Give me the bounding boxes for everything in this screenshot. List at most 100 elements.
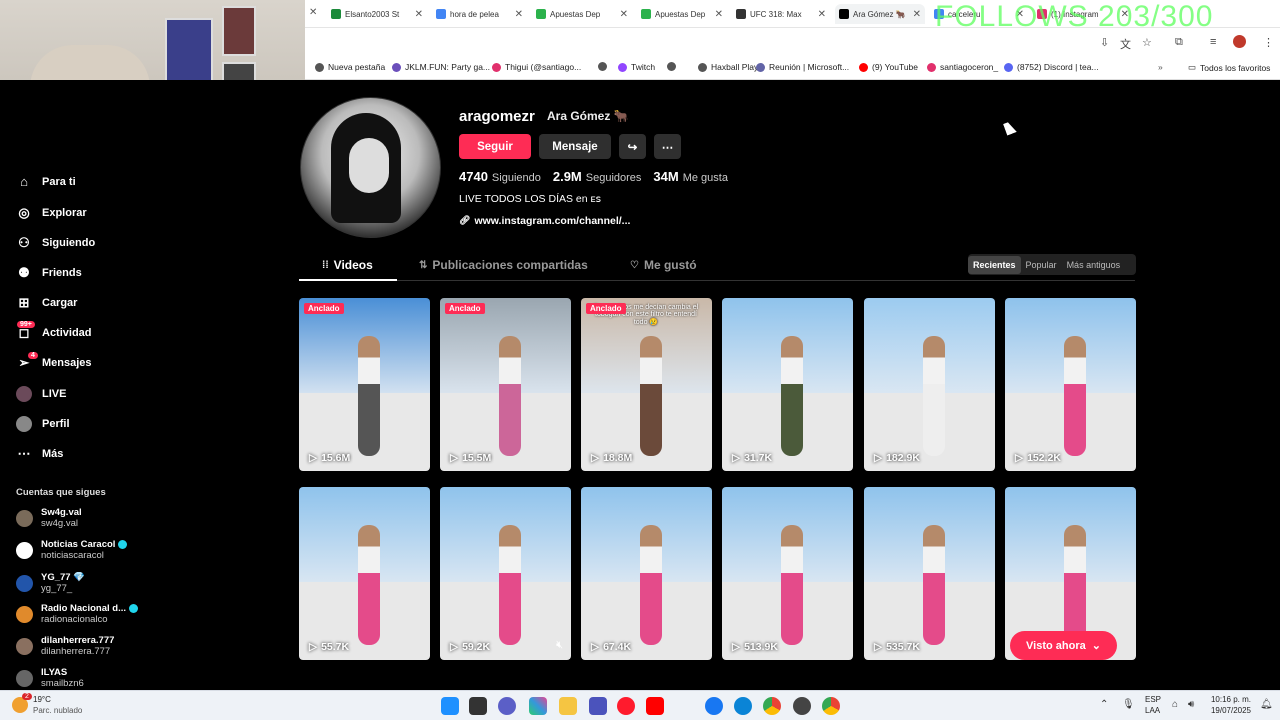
copilot-icon[interactable] bbox=[529, 697, 547, 715]
browser-tab[interactable]: Apuestas Dep ✕ bbox=[637, 4, 727, 24]
visto-ahora-button[interactable]: Visto ahora ⌄ bbox=[1010, 631, 1117, 660]
bookmark-item[interactable]: (9) YouTube bbox=[859, 62, 918, 72]
star-icon[interactable]: ☆ bbox=[1142, 36, 1152, 49]
browser-tab[interactable]: Ara Gómez 🐂 ✕ bbox=[835, 4, 925, 24]
browser-tab[interactable]: Elsanto2003 St ✕ bbox=[327, 4, 427, 24]
bookmark-item[interactable]: Thigui (@santiago... bbox=[492, 62, 581, 72]
sort-option[interactable]: Popular bbox=[1021, 256, 1062, 274]
sidebar-item-siguiendo[interactable]: ⚇ Siguiendo bbox=[16, 235, 95, 251]
clock-time[interactable]: 10:16 p. m. bbox=[1207, 695, 1251, 704]
followed-account[interactable]: Radio Nacional d... radionacionalco bbox=[16, 603, 138, 625]
video-card[interactable]: ▷ 513.9K bbox=[722, 487, 853, 660]
bookmark-item[interactable]: Nueva pestaña bbox=[315, 62, 385, 72]
bookmark-item[interactable]: Twitch bbox=[618, 62, 655, 72]
video-card[interactable]: Anclado ▷ 15.6M bbox=[299, 298, 430, 471]
sidebar-item-cargar[interactable]: ⊞ Cargar bbox=[16, 295, 78, 311]
close-icon[interactable]: ✕ bbox=[620, 9, 628, 20]
bookmark-item[interactable]: santiagoceron_ bbox=[927, 62, 998, 72]
video-card[interactable]: ▷ 55.7K bbox=[299, 487, 430, 660]
youtube-icon[interactable] bbox=[646, 697, 664, 715]
browser-tab[interactable]: Apuestas Dep ✕ bbox=[532, 4, 632, 24]
video-card[interactable]: ▷ 31.7K bbox=[722, 298, 853, 471]
profile-avatar-icon[interactable] bbox=[1233, 35, 1246, 48]
bookmark-item[interactable] bbox=[667, 62, 680, 71]
followed-account[interactable]: YG_77 💎 yg_77_ bbox=[16, 572, 85, 594]
sort-option[interactable]: Más antiguos bbox=[1062, 256, 1126, 274]
bookmark-item[interactable] bbox=[598, 62, 611, 71]
teams-icon[interactable] bbox=[589, 697, 607, 715]
message-button[interactable]: Mensaje bbox=[539, 134, 611, 159]
sort-option[interactable]: Recientes bbox=[968, 255, 1021, 274]
mute-icon[interactable]: 🔇︎ bbox=[556, 639, 563, 652]
bookmark-favicon-icon bbox=[927, 62, 936, 72]
close-icon[interactable]: ✕ bbox=[913, 9, 921, 20]
sidebar-item-perfil[interactable]: ● Perfil bbox=[16, 416, 70, 432]
sidebar-item-para-ti[interactable]: ⌂ Para ti bbox=[16, 174, 76, 189]
video-card[interactable]: ▷ 535.7K bbox=[864, 487, 995, 660]
follow-button[interactable]: Seguir bbox=[459, 134, 531, 159]
video-card[interactable]: ▷ 67.4K bbox=[581, 487, 712, 660]
sidebar-item-explorar[interactable]: ◎ Explorar bbox=[16, 205, 86, 221]
windows-start-icon[interactable] bbox=[441, 697, 459, 715]
followed-account[interactable]: dilanherrera.777 dilanherrera.777 bbox=[16, 635, 114, 657]
clock-date[interactable]: 19/07/2025 bbox=[1207, 706, 1251, 715]
more-options-button[interactable]: ⋯ bbox=[654, 134, 681, 159]
install-icon[interactable]: ⇩ bbox=[1100, 36, 1109, 49]
tab-videos[interactable]: ⁞⁞ Videos bbox=[322, 258, 373, 272]
bookmark-item[interactable]: JKLM.FUN: Party ga... bbox=[392, 62, 490, 72]
close-icon[interactable]: ✕ bbox=[818, 9, 826, 20]
profile-avatar[interactable] bbox=[300, 97, 441, 238]
video-card[interactable]: Tus equipos me decían cambia el tobogán … bbox=[581, 298, 712, 471]
microphone-icon[interactable]: 🎙︎ bbox=[1122, 699, 1135, 710]
sidebar-item-mensajes[interactable]: ➢ Mensajes bbox=[16, 355, 92, 371]
video-card[interactable]: ▷ 152.2K bbox=[1005, 298, 1136, 471]
followed-account[interactable]: Noticias Caracol noticiascaracol bbox=[16, 539, 128, 561]
sidebar-item-label: Perfil bbox=[42, 418, 70, 430]
share-button[interactable]: ↪ bbox=[619, 134, 646, 159]
bookmark-favicon-icon bbox=[392, 62, 401, 72]
network-icon[interactable]: ⌂ bbox=[1172, 699, 1178, 710]
browser-tab[interactable]: UFC 318: Max ✕ bbox=[732, 4, 830, 24]
extensions-icon[interactable]: ⧉ bbox=[1175, 36, 1183, 49]
close-icon[interactable]: ✕ bbox=[415, 9, 423, 20]
bookmark-item[interactable]: Haxball Play bbox=[698, 62, 758, 72]
tab-me-gustó[interactable]: ♡ Me gustó bbox=[630, 258, 697, 272]
bookmark-item[interactable]: Reunión | Microsoft... bbox=[756, 62, 849, 72]
chevron-up-icon[interactable]: ⌃ bbox=[1100, 699, 1108, 710]
chrome-icon[interactable] bbox=[763, 697, 781, 715]
video-card[interactable]: ▷ 59.2K 🔇︎ bbox=[440, 487, 571, 660]
opera-icon[interactable] bbox=[617, 697, 635, 715]
app-icon[interactable] bbox=[793, 697, 811, 715]
translate-icon[interactable]: 文 bbox=[1120, 36, 1131, 52]
language-bottom[interactable]: LAA bbox=[1145, 706, 1160, 715]
edge-icon[interactable] bbox=[734, 697, 752, 715]
profile-link[interactable]: 🔗︎ www.instagram.com/channel/... bbox=[459, 215, 630, 227]
chevron-right-icon[interactable]: » bbox=[1158, 62, 1163, 72]
browser-tab[interactable]: hora de pelea ✕ bbox=[432, 4, 527, 24]
close-icon[interactable]: ✕ bbox=[309, 7, 317, 18]
volume-icon[interactable]: 🔊︎ bbox=[1188, 699, 1194, 710]
close-icon[interactable]: ✕ bbox=[715, 9, 723, 20]
followed-account[interactable]: ILYAS smailbzn6 bbox=[16, 667, 84, 689]
followers-stat[interactable]: 2.9M Seguidores bbox=[553, 169, 642, 184]
sidebar-item-live[interactable]: ● LIVE bbox=[16, 386, 66, 402]
notification-bell-icon[interactable]: 🔔︎ bbox=[1260, 699, 1273, 710]
menu-icon[interactable]: ⋮ bbox=[1263, 36, 1274, 49]
video-card[interactable]: ▷ 182.9K bbox=[864, 298, 995, 471]
followed-account[interactable]: Sw4g.val sw4g.val bbox=[16, 507, 82, 529]
close-icon[interactable]: ✕ bbox=[515, 9, 523, 20]
sidebar-item-más[interactable]: ⋯ Más bbox=[16, 446, 64, 462]
chat-icon[interactable] bbox=[498, 697, 516, 715]
language-top[interactable]: ESP bbox=[1145, 695, 1161, 704]
chrome-profile-icon[interactable] bbox=[822, 697, 840, 715]
task-view-icon[interactable] bbox=[469, 697, 487, 715]
file-explorer-icon[interactable] bbox=[559, 697, 577, 715]
following-stat[interactable]: 4740 Siguiendo bbox=[459, 169, 541, 184]
bookmark-item[interactable]: (8752) Discord | tea... bbox=[1004, 62, 1099, 72]
facebook-icon[interactable] bbox=[705, 697, 723, 715]
media-icon[interactable]: ≡ bbox=[1210, 36, 1216, 48]
video-card[interactable]: Anclado ▷ 15.5M bbox=[440, 298, 571, 471]
all-favorites-folder[interactable]: ▭ Todos los favoritos bbox=[1188, 62, 1270, 73]
sidebar-item-friends[interactable]: ⚉ Friends bbox=[16, 265, 82, 281]
tab-publicaciones-compartidas[interactable]: ⇅ Publicaciones compartidas bbox=[419, 258, 588, 272]
